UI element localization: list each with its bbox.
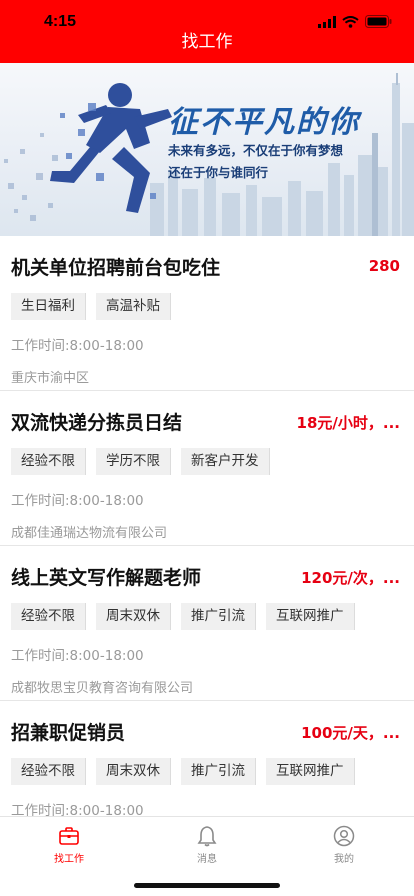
banner-slogan: 征不平凡的你 — [168, 105, 360, 140]
job-tags: 经验不限 学历不限 新客户开发 — [11, 448, 270, 475]
job-tag: 经验不限 — [11, 758, 86, 785]
job-company: 成都牧思宝贝教育咨询有限公司 — [11, 681, 194, 696]
job-company: 成都佳通瑞达物流有限公司 — [11, 526, 168, 541]
bell-icon — [197, 826, 217, 847]
job-tag: 推广引流 — [181, 603, 256, 630]
job-card[interactable]: 线上英文写作解题老师 120元/次，... 经验不限 周末双休 推广引流 互联网… — [0, 546, 414, 701]
job-list[interactable]: 机关单位招聘前台包吃住 280 生日福利 高温补贴 工作时间:8:00-18:0… — [0, 236, 414, 816]
job-salary: 280 — [368, 257, 400, 275]
home-indicator[interactable] — [134, 883, 280, 888]
tab-profile[interactable]: 我的 — [299, 817, 389, 869]
job-title: 线上英文写作解题老师 — [11, 567, 202, 589]
job-tag: 推广引流 — [181, 758, 256, 785]
job-card[interactable]: 招兼职促销员 100元/天，... 经验不限 周末双休 推广引流 互联网推广 工… — [0, 701, 414, 816]
job-salary: 18元/小时，... — [296, 414, 400, 432]
job-card[interactable]: 双流快递分拣员日结 18元/小时，... 经验不限 学历不限 新客户开发 工作时… — [0, 391, 414, 546]
promo-banner[interactable]: 征不平凡的你 未来有多远，不仅在于你有梦想 还在于你与谁同行 — [0, 63, 414, 236]
job-tags: 经验不限 周末双休 推广引流 互联网推广 — [11, 603, 355, 630]
job-tag: 互联网推广 — [266, 603, 355, 630]
tab-find-job[interactable]: 找工作 — [24, 817, 114, 869]
job-title: 双流快递分拣员日结 — [11, 412, 183, 434]
job-card[interactable]: 机关单位招聘前台包吃住 280 生日福利 高温补贴 工作时间:8:00-18:0… — [0, 236, 414, 391]
page-title: 找工作 — [181, 32, 233, 52]
app-header: 4:15 找工作 — [0, 0, 414, 63]
job-title: 招兼职促销员 — [11, 722, 126, 744]
job-tag: 生日福利 — [11, 293, 86, 320]
banner-tagline-1: 未来有多远，不仅在于你有梦想 — [168, 143, 344, 158]
job-tag: 学历不限 — [96, 448, 171, 475]
job-tag: 经验不限 — [11, 448, 86, 475]
job-hours: 工作时间:8:00-18:00 — [11, 338, 144, 354]
job-tag: 高温补贴 — [96, 293, 171, 320]
wifi-icon — [342, 15, 359, 28]
job-tag: 新客户开发 — [181, 448, 270, 475]
job-tag: 周末双休 — [96, 758, 171, 785]
signal-icon — [318, 15, 336, 28]
job-title: 机关单位招聘前台包吃住 — [11, 257, 221, 279]
job-tags: 生日福利 高温补贴 — [11, 293, 171, 320]
job-hours: 工作时间:8:00-18:00 — [11, 803, 144, 816]
tab-label: 找工作 — [54, 854, 84, 865]
user-icon — [333, 825, 355, 847]
tab-label: 消息 — [197, 854, 217, 865]
job-hours: 工作时间:8:00-18:00 — [11, 493, 144, 509]
job-hours: 工作时间:8:00-18:00 — [11, 648, 144, 664]
tab-messages[interactable]: 消息 — [162, 817, 252, 869]
job-tag: 互联网推广 — [266, 758, 355, 785]
job-company: 重庆市渝中区 — [11, 371, 90, 386]
job-salary: 100元/天，... — [301, 724, 400, 742]
job-tags: 经验不限 周末双休 推广引流 互联网推广 — [11, 758, 355, 785]
job-tag: 周末双休 — [96, 603, 171, 630]
tab-label: 我的 — [334, 854, 354, 865]
job-salary: 120元/次，... — [301, 569, 400, 587]
briefcase-icon — [59, 827, 79, 845]
banner-tagline-2: 还在于你与谁同行 — [168, 165, 269, 180]
job-tag: 经验不限 — [11, 603, 86, 630]
